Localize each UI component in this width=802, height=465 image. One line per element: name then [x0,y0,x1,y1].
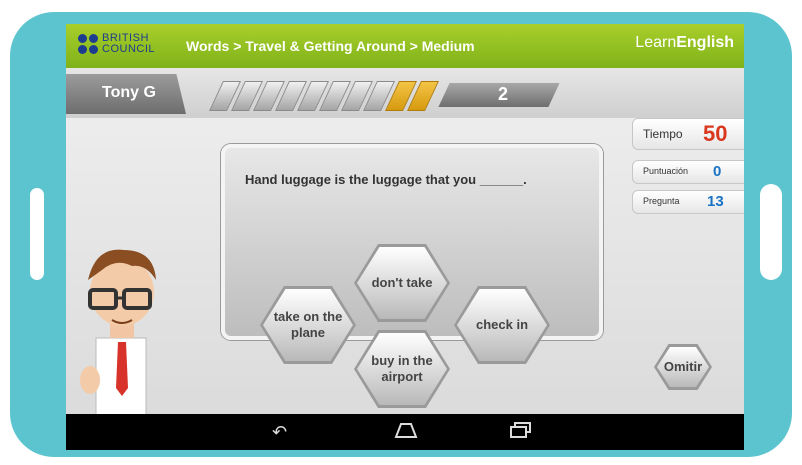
question-text: Hand luggage is the luggage that you ___… [245,172,527,187]
skip-button[interactable]: Omitir [654,344,712,390]
device-side-button-right [760,184,782,280]
breadcrumb: Words > Travel & Getting Around > Medium [186,38,475,54]
brand-bold: English [676,34,734,51]
device-side-button-left [30,188,44,280]
skip-label: Omitir [657,347,709,387]
brand-light: Learn [635,34,677,51]
answer-buy-in-the-airport[interactable]: buy in the airport [354,330,450,408]
stat-score: Puntuación 0 [632,160,744,184]
answer-label: buy in the airport [357,333,447,405]
android-nav-bar: ↶ [66,414,744,450]
stat-time: Tiempo 50 [632,118,744,150]
answer-label: check in [457,289,547,361]
tutor-character [80,249,156,416]
top-bar: BRITISH COUNCIL Words > Travel & Getting… [66,24,744,68]
stat-time-label: Tiempo [643,127,683,141]
stat-time-value: 50 [703,121,728,146]
stat-question-value: 13 [707,193,724,210]
stat-question: Pregunta 13 [632,190,744,214]
logo-dots-icon [78,34,100,56]
back-icon[interactable]: ↶ [272,422,287,443]
stat-score-value: 0 [713,163,722,180]
stat-score-label: Puntuación [643,166,689,176]
stat-question-label: Pregunta [643,196,680,206]
logo-line-2: COUNCIL [102,43,156,55]
question-counter: 2 [498,84,509,104]
recent-apps-icon[interactable] [510,422,532,443]
player-name: Tony G [102,84,156,101]
british-council-logo: BRITISH COUNCIL [78,32,155,60]
answer-label: don't take [357,247,447,319]
player-name-tab: Tony G [66,74,186,114]
learnenglish-brand: LearnEnglish [635,34,734,52]
home-icon[interactable] [394,422,418,443]
question-progress: 2 [206,81,606,111]
app-screen: BRITISH COUNCIL Words > Travel & Getting… [66,24,744,450]
answer-label: take on the plane [263,289,353,361]
